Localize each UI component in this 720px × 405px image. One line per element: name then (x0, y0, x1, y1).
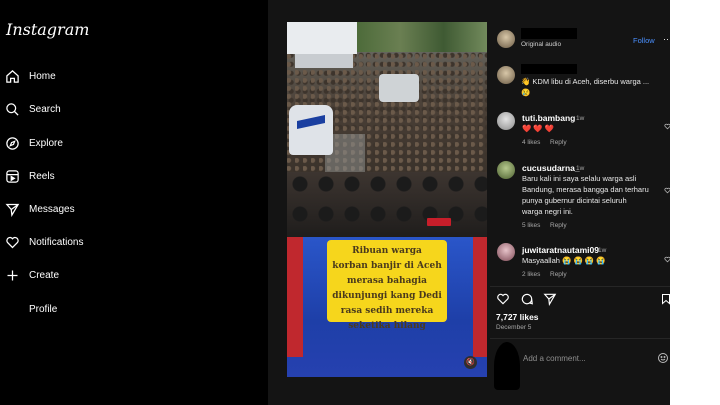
nav-create[interactable]: Create (0, 263, 200, 287)
audio-label[interactable]: Original audio (521, 41, 561, 48)
banner-red-left (287, 237, 303, 357)
post-date: December 5 (496, 324, 532, 331)
messages-icon (5, 203, 20, 217)
comment-text: Bandung, merasa bangga dan terharu (522, 185, 649, 194)
divider (490, 338, 670, 339)
banner-line: seketika hilang (348, 321, 426, 331)
comment-likes[interactable]: 4 likes (522, 139, 540, 146)
post-media[interactable]: Ribuan warga korban banjir di Aceh meras… (287, 22, 487, 377)
share-send-icon[interactable] (543, 292, 557, 306)
police-car (289, 105, 333, 155)
comment-username[interactable]: juwitaratnautami09 (522, 245, 599, 255)
comment-text: warga negri ini. (522, 207, 573, 216)
add-comment-input[interactable]: Add a comment... (523, 354, 586, 363)
likes-count[interactable]: 7,727 likes (496, 312, 539, 322)
instagram-logo[interactable]: Instagram (6, 20, 89, 39)
author-avatar[interactable] (497, 30, 515, 48)
emoji-icon[interactable] (657, 352, 669, 364)
banner-line: rasa sedih mereka (340, 306, 434, 316)
divider (490, 286, 670, 287)
nav-notifications-label: Notifications (29, 236, 84, 248)
like-heart-icon[interactable] (496, 292, 510, 306)
compass-icon (6, 136, 19, 150)
search-icon (6, 102, 19, 116)
trees (357, 22, 487, 52)
sidebar: Instagram Home Search Explore Reels Mess… (0, 0, 268, 405)
nav-notifications[interactable]: Notifications (0, 230, 200, 254)
caption-username-redaction (521, 64, 577, 74)
reply-button[interactable]: Reply (550, 271, 567, 278)
nav-profile[interactable]: Profile (0, 297, 200, 321)
banner-text-box: Ribuan warga korban banjir di Aceh meras… (327, 240, 447, 331)
tent-lower (295, 54, 353, 68)
nav-profile-label: Profile (29, 303, 58, 315)
comment-avatar[interactable] (497, 161, 515, 179)
nav-reels[interactable]: Reels (0, 164, 200, 188)
nav-explore-label: Explore (29, 137, 63, 149)
nav-create-label: Create (29, 269, 60, 281)
heart-icon (6, 236, 19, 248)
nav-messages-label: Messages (29, 203, 75, 215)
reels-icon (6, 169, 19, 183)
banner-line: merasa bahagia (347, 276, 427, 286)
comment-avatar[interactable] (497, 112, 515, 130)
comment-time: 1w (576, 115, 585, 122)
nav-explore[interactable]: Explore (0, 131, 200, 155)
crowd-foreground (287, 172, 487, 237)
comment-username[interactable]: cucusudarna_ (522, 163, 580, 173)
reply-button[interactable]: Reply (550, 139, 567, 146)
comment-text: punya gubernur dicintai seluruh (522, 196, 627, 205)
comment-time: 1w (576, 165, 585, 172)
banner-line: dikunjungi kang Dedi (332, 291, 442, 301)
banner-line: korban banjir di Aceh (332, 261, 442, 271)
comment-avatar[interactable] (497, 243, 515, 261)
comment-username[interactable]: tuti.bambang (522, 113, 575, 123)
comment-text: ❤️ ❤️ ❤️ (522, 124, 555, 133)
author-name-redaction (521, 28, 577, 39)
plus-icon (7, 270, 18, 280)
commenter-avatar-redaction (494, 342, 520, 390)
caption-avatar[interactable] (497, 66, 515, 84)
right-edge-panel (670, 0, 720, 405)
tent (287, 22, 357, 54)
home-icon (6, 69, 19, 83)
comment-time: 1w (598, 247, 607, 254)
nav-home[interactable]: Home (0, 64, 200, 88)
comment-bubble-icon[interactable] (520, 292, 534, 306)
follow-button[interactable]: Follow (633, 36, 655, 45)
reply-button[interactable]: Reply (550, 222, 567, 229)
nav-search[interactable]: Search (0, 97, 200, 121)
comment-likes[interactable]: 2 likes (522, 271, 540, 278)
caption-text: 👋 KDM libu di Aceh, diserbu warga ... (521, 77, 650, 86)
nav-home-label: Home (29, 70, 56, 82)
mute-icon[interactable]: 🔇 (464, 356, 477, 369)
banner-line: Ribuan warga (352, 246, 422, 256)
nav-reels-label: Reels (29, 170, 55, 182)
nav-search-label: Search (29, 103, 61, 115)
profile-avatar-redaction (0, 288, 26, 340)
nav-messages[interactable]: Messages (0, 197, 200, 221)
van (379, 74, 419, 102)
comment-text: Masyaallah 😭 😭 😭 😭 (522, 256, 606, 265)
comment-likes[interactable]: 5 likes (522, 222, 540, 229)
caption-emoji: 😢 (521, 88, 531, 97)
banner-red-right (473, 237, 487, 357)
media-badge (427, 218, 451, 226)
comment-text: Baru kali ini saya selalu warga asli (522, 174, 637, 183)
